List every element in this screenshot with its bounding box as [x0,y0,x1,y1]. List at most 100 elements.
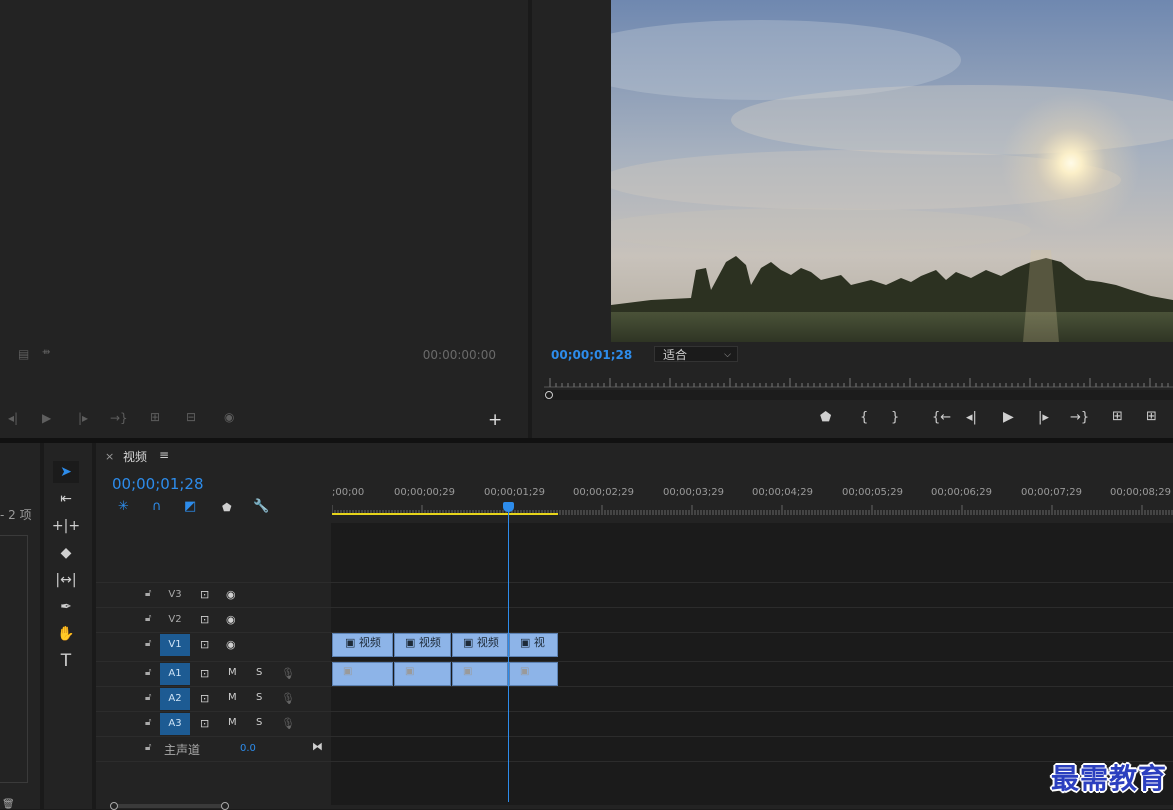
lock-icon[interactable]: 🔓︎ [145,692,151,703]
toggle-sync-icon[interactable]: ⊡ [200,588,209,601]
toggle-sync-icon[interactable]: ⊡ [200,638,209,651]
track-a2: 🔓︎ A2 ⊡ M S 🎙︎ [96,686,1173,711]
toggle-sync-icon[interactable]: ⊡ [200,613,209,626]
close-tab-icon[interactable]: × [105,450,114,463]
solo-button[interactable]: S [256,667,262,678]
program-playhead[interactable] [545,391,553,399]
drag-video-icon[interactable]: ⇻ [42,347,50,358]
master-track-label: 主声道 [164,743,201,757]
master-end-icon[interactable]: ⧓ [312,740,323,753]
step-forward-icon[interactable]: |▸ [78,411,88,425]
timeline-ruler[interactable]: ;00;00 00;00;00;29 00;00;01;29 00;00;02;… [96,487,1173,503]
trash-icon[interactable]: 🗑 [2,799,15,810]
audio-clip[interactable]: ▣ [509,662,558,686]
audio-clip[interactable]: ▣ [452,662,508,686]
type-tool-icon[interactable]: T [53,650,79,672]
mute-button[interactable]: M [228,692,237,703]
lock-icon[interactable]: 🔓︎ [145,588,151,599]
export-frame-icon[interactable]: ◉ [224,410,234,424]
track-label-a2[interactable]: A2 [160,688,190,710]
pen-tool-icon[interactable]: ✒ [53,596,79,618]
program-scrub-bar[interactable] [544,390,1173,400]
add-button[interactable]: + [488,410,502,430]
eye-icon[interactable]: ◉ [226,588,236,601]
mute-button[interactable]: M [228,717,237,728]
video-clip[interactable]: ▣ 视频 [394,633,451,657]
audio-clip[interactable]: ▣ [332,662,393,686]
source-timecode: 00:00:00:00 [422,348,496,362]
go-to-out-button[interactable]: →} [1070,410,1089,425]
step-back-button[interactable]: ◂| [966,410,977,425]
toggle-sync-icon[interactable]: ⊡ [200,717,209,730]
clip-label: 视频 [358,636,381,649]
eye-icon[interactable]: ◉ [226,613,236,626]
hand-tool-icon[interactable]: ✋ [53,623,79,645]
program-timecode: 00;00;01;28 [551,348,633,362]
mute-button[interactable]: M [228,667,237,678]
insert-icon[interactable]: ⊞ [150,410,160,424]
video-clip[interactable]: ▣ 视频 [332,633,393,657]
ruler-ticks [332,505,1173,515]
track-label-v2[interactable]: V2 [160,609,190,631]
lock-icon[interactable]: 🔓︎ [145,667,151,678]
video-clip[interactable]: ▣ 视 [509,633,558,657]
go-to-in-button[interactable]: {← [932,410,951,425]
track-v3: 🔓︎ V3 ⊡ ◉ [96,582,1173,607]
video-clip[interactable]: ▣ 视频 [452,633,508,657]
zoom-fit-value: 适合 [663,348,688,362]
track-select-tool-icon[interactable]: ⇤ [53,488,79,510]
toggle-sync-icon[interactable]: ⊡ [200,667,209,680]
audio-clip[interactable]: ▣ [394,662,451,686]
overwrite-icon[interactable]: ⊟ [186,410,196,424]
lock-icon[interactable]: 🔓︎ [145,638,151,649]
play-icon[interactable]: ▶ [42,411,51,425]
work-area-bar[interactable] [332,513,558,515]
mark-out-button[interactable]: } [891,410,899,425]
ripple-edit-tool-icon[interactable]: +|+ [52,515,80,537]
mark-in-button[interactable]: { [860,410,868,425]
master-volume-value[interactable]: 0.0 [240,743,256,754]
timeline-playhead[interactable] [503,502,514,512]
solo-button[interactable]: S [256,717,262,728]
track-label-v1[interactable]: V1 [160,634,190,656]
lock-icon[interactable]: 🔓︎ [145,613,151,624]
ruler-label: ;00;00 [332,487,365,498]
clip-label: 视 [533,636,545,649]
toggle-sync-icon[interactable]: ⊡ [200,692,209,705]
mic-icon[interactable]: 🎙︎ [281,667,295,680]
source-monitor-panel: ▤ ⇻ 00:00:00:00 ◂| ▶ |▸ →} ⊞ ⊟ ◉ + [0,0,528,438]
program-time-ruler[interactable] [544,376,1173,388]
chevron-down-icon: ⌵ [724,350,731,360]
lift-button[interactable]: ⊞ [1112,409,1123,424]
tab-menu-icon[interactable]: ≡ [159,448,169,462]
mic-icon[interactable]: 🎙︎ [281,717,295,730]
project-bin[interactable] [0,535,28,783]
razor-tool-icon[interactable]: ◆ [53,542,79,564]
timeline-playhead-line[interactable] [508,509,509,802]
zoom-fit-select[interactable]: 适合 ⌵ [654,346,738,362]
timeline-tab[interactable]: 视频 [123,448,147,465]
step-forward-button[interactable]: |▸ [1038,410,1049,425]
track-label-v3[interactable]: V3 [160,584,190,606]
selection-tool-icon[interactable]: ➤ [53,461,79,483]
go-to-out-icon[interactable]: →} [110,411,128,425]
clip-label: 视频 [476,636,499,649]
eye-icon[interactable]: ◉ [226,638,236,651]
extract-button[interactable]: ⊞ [1146,409,1157,424]
play-button[interactable]: ▶ [1003,409,1014,425]
track-v2: 🔓︎ V2 ⊡ ◉ [96,607,1173,632]
track-master: 🔓︎ 主声道 0.0 ⧓ [96,736,1173,761]
timeline-scrollbar[interactable] [114,804,226,808]
mic-icon[interactable]: 🎙︎ [281,692,295,705]
add-marker-button[interactable]: ⬟ [820,410,831,425]
slip-tool-icon[interactable]: |↔| [53,569,79,591]
step-back-icon[interactable]: ◂| [8,411,18,425]
solo-button[interactable]: S [256,692,262,703]
project-item-count: - 2 项 [0,508,32,522]
marker-list-icon[interactable]: ▤ [18,347,29,361]
track-label-a3[interactable]: A3 [160,713,190,735]
track-a1: 🔓︎ A1 ⊡ M S 🎙︎ ▣ ▣ ▣ ▣ [96,661,1173,686]
track-label-a1[interactable]: A1 [160,663,190,685]
lock-icon[interactable]: 🔓︎ [145,742,151,753]
lock-icon[interactable]: 🔓︎ [145,717,151,728]
